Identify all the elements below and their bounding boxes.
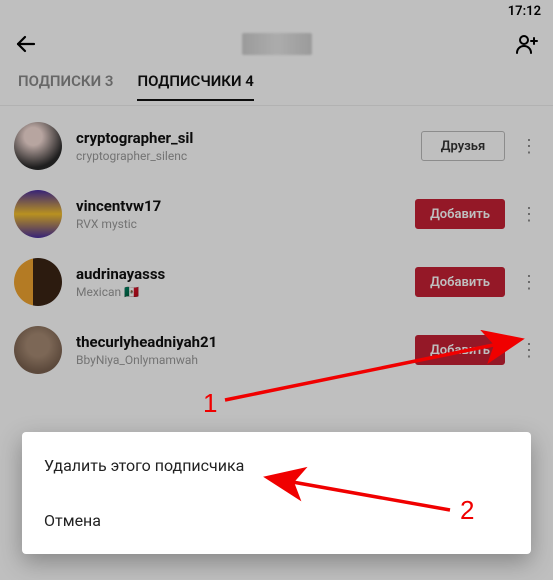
- action-sheet: Удалить этого подписчика Отмена: [22, 432, 531, 554]
- cancel-button[interactable]: Отмена: [22, 493, 531, 548]
- remove-follower-button[interactable]: Удалить этого подписчика: [22, 438, 531, 493]
